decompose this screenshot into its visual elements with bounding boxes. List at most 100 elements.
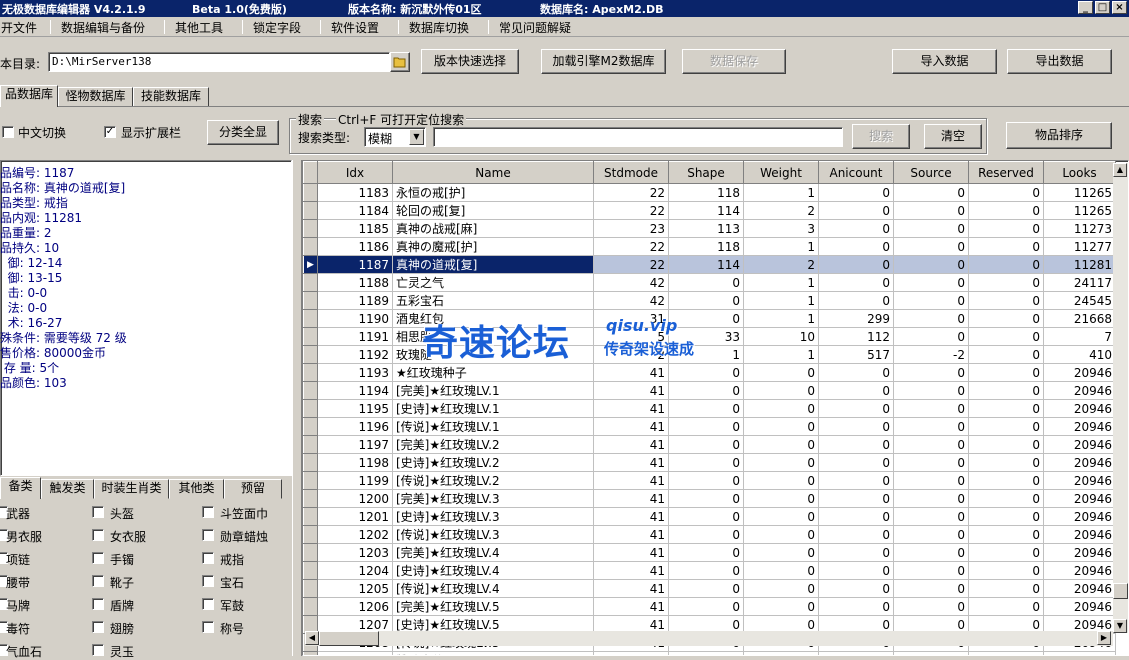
cell-reserved[interactable]: 0	[968, 543, 1044, 562]
cell-looks[interactable]: 11265	[1043, 201, 1116, 220]
cell-reserved[interactable]: 0	[968, 453, 1044, 472]
category-checkbox[interactable]	[92, 529, 104, 541]
cell-looks[interactable]: 20946	[1043, 525, 1116, 544]
cell-source[interactable]: 0	[893, 327, 969, 346]
cell-stdmode[interactable]: 41	[593, 561, 669, 580]
table-row[interactable]: 1202 [传说]★红玫瑰LV.3 41 0 0 0 0 0 20946	[303, 525, 1116, 544]
cell-stdmode[interactable]: 41	[593, 489, 669, 508]
cell-reserved[interactable]: 0	[968, 345, 1044, 364]
cell-stdmode[interactable]: 41	[593, 471, 669, 490]
cell-shape[interactable]: 0	[668, 399, 744, 418]
cell-reserved[interactable]: 0	[968, 651, 1044, 655]
cell-weight[interactable]: 0	[743, 525, 819, 544]
cell-anicount[interactable]: 0	[818, 525, 894, 544]
cell-shape[interactable]: 114	[668, 255, 744, 274]
row-indicator[interactable]	[303, 237, 318, 256]
cell-weight[interactable]: 0	[743, 597, 819, 616]
cell-source[interactable]: 0	[893, 543, 969, 562]
table-row[interactable]: 1205 [传说]★红玫瑰LV.4 41 0 0 0 0 0 20946	[303, 579, 1116, 598]
cell-shape[interactable]: 113	[668, 219, 744, 238]
category-checkbox[interactable]	[202, 529, 214, 541]
cell-weight[interactable]: 1	[743, 183, 819, 202]
save-data-button[interactable]: 数据保存	[682, 49, 786, 74]
cell-reserved[interactable]: 0	[968, 399, 1044, 418]
cell-idx[interactable]: 1193	[317, 363, 393, 382]
load-m2-button[interactable]: 加载引擎M2数据库	[541, 49, 666, 74]
cell-stdmode[interactable]: 22	[593, 237, 669, 256]
row-indicator[interactable]	[303, 363, 318, 382]
cell-anicount[interactable]: 0	[818, 597, 894, 616]
cell-looks[interactable]: 20946	[1043, 417, 1116, 436]
cell-anicount[interactable]: 0	[818, 507, 894, 526]
clear-button[interactable]: 清空	[924, 124, 982, 149]
cell-idx[interactable]: 1195	[317, 399, 393, 418]
row-indicator[interactable]	[303, 579, 318, 598]
cell-weight[interactable]: 0	[743, 435, 819, 454]
cell-anicount[interactable]: 0	[818, 453, 894, 472]
cell-shape[interactable]: 0	[668, 561, 744, 580]
cell-anicount[interactable]: 0	[818, 417, 894, 436]
cell-stdmode[interactable]: 42	[593, 273, 669, 292]
cell-name[interactable]: [史诗]★红玫瑰LV.4	[392, 561, 594, 580]
menu-lock-fields[interactable]: 锁定字段	[253, 19, 301, 36]
cell-weight[interactable]: 0	[743, 579, 819, 598]
cell-name[interactable]: [传说]★红玫瑰LV.3	[392, 525, 594, 544]
scroll-right-icon[interactable]: ▶	[1097, 631, 1111, 645]
table-row[interactable]: 1206 [完美]★红玫瑰LV.5 41 0 0 0 0 0 20946	[303, 597, 1116, 616]
cell-idx[interactable]: 1191	[317, 327, 393, 346]
table-row[interactable]: 1201 [史诗]★红玫瑰LV.3 41 0 0 0 0 0 20946	[303, 507, 1116, 526]
row-indicator[interactable]	[303, 543, 318, 562]
cell-name[interactable]: [史诗]★红玫瑰LV.2	[392, 453, 594, 472]
cell-stdmode[interactable]: 41	[593, 543, 669, 562]
row-indicator[interactable]: ▶	[303, 255, 318, 274]
table-row[interactable]: 1200 [完美]★红玫瑰LV.3 41 0 0 0 0 0 20946	[303, 489, 1116, 508]
cell-source[interactable]: 0	[893, 201, 969, 220]
cell-weight[interactable]: 1	[743, 309, 819, 328]
row-indicator[interactable]	[303, 453, 318, 472]
menu-settings[interactable]: 软件设置	[331, 19, 379, 36]
maximize-icon[interactable]: □	[1095, 1, 1110, 14]
cell-shape[interactable]: 0	[668, 525, 744, 544]
cell-stdmode[interactable]: 22	[593, 183, 669, 202]
cell-looks[interactable]: 90	[1043, 651, 1116, 655]
cell-idx[interactable]: 1184	[317, 201, 393, 220]
version-select-button[interactable]: 版本快速选择	[421, 49, 519, 74]
cell-anicount[interactable]: 0	[818, 255, 894, 274]
column-header-shape[interactable]: Shape	[668, 161, 744, 184]
cell-reserved[interactable]: 0	[968, 561, 1044, 580]
cell-source[interactable]: -2	[893, 345, 969, 364]
cell-name[interactable]: 赞助大使	[392, 651, 594, 655]
cell-weight[interactable]: 0	[743, 381, 819, 400]
scroll-up-icon[interactable]: ▲	[1113, 163, 1127, 177]
cell-name[interactable]: 五彩宝石	[392, 291, 594, 310]
menu-faq[interactable]: 常见问题解疑	[499, 19, 571, 36]
row-indicator[interactable]	[303, 561, 318, 580]
dir-input[interactable]: D:\MirServer138	[48, 52, 390, 72]
table-row[interactable]: 1198 [史诗]★红玫瑰LV.2 41 0 0 0 0 0 20946	[303, 453, 1116, 472]
cell-looks[interactable]: 7	[1043, 327, 1116, 346]
cell-reserved[interactable]: 0	[968, 489, 1044, 508]
cell-name[interactable]: [史诗]★红玫瑰LV.3	[392, 507, 594, 526]
tab-monster-db[interactable]: 怪物数据库	[58, 87, 133, 107]
cell-idx[interactable]: 1196	[317, 417, 393, 436]
cell-source[interactable]: 0	[893, 579, 969, 598]
cell-idx[interactable]: 1185	[317, 219, 393, 238]
cell-shape[interactable]: 118	[668, 237, 744, 256]
cell-looks[interactable]: 20946	[1043, 363, 1116, 382]
cell-shape[interactable]: 0	[668, 381, 744, 400]
table-row[interactable]: ▶ 1187 真神の道戒[复] 22 114 2 0 0 0 11281	[303, 255, 1116, 274]
column-header-anicount[interactable]: Anicount	[818, 161, 894, 184]
table-row[interactable]: 1183 永恒の戒[护] 22 118 1 0 0 0 11265	[303, 183, 1116, 202]
cell-reserved[interactable]: 0	[968, 597, 1044, 616]
row-indicator[interactable]	[303, 309, 318, 328]
cell-stdmode[interactable]: 41	[593, 579, 669, 598]
cell-anicount[interactable]: 517	[818, 345, 894, 364]
row-indicator[interactable]	[303, 273, 318, 292]
cell-weight[interactable]: 3	[743, 219, 819, 238]
cell-stdmode[interactable]: 22	[593, 255, 669, 274]
show-ext-checkbox[interactable]: ✓	[104, 126, 116, 138]
cell-anicount[interactable]: 0	[818, 363, 894, 382]
cell-stdmode[interactable]: 41	[593, 597, 669, 616]
cell-weight[interactable]: 1	[743, 273, 819, 292]
category-tab[interactable]: 触发类	[41, 479, 94, 499]
